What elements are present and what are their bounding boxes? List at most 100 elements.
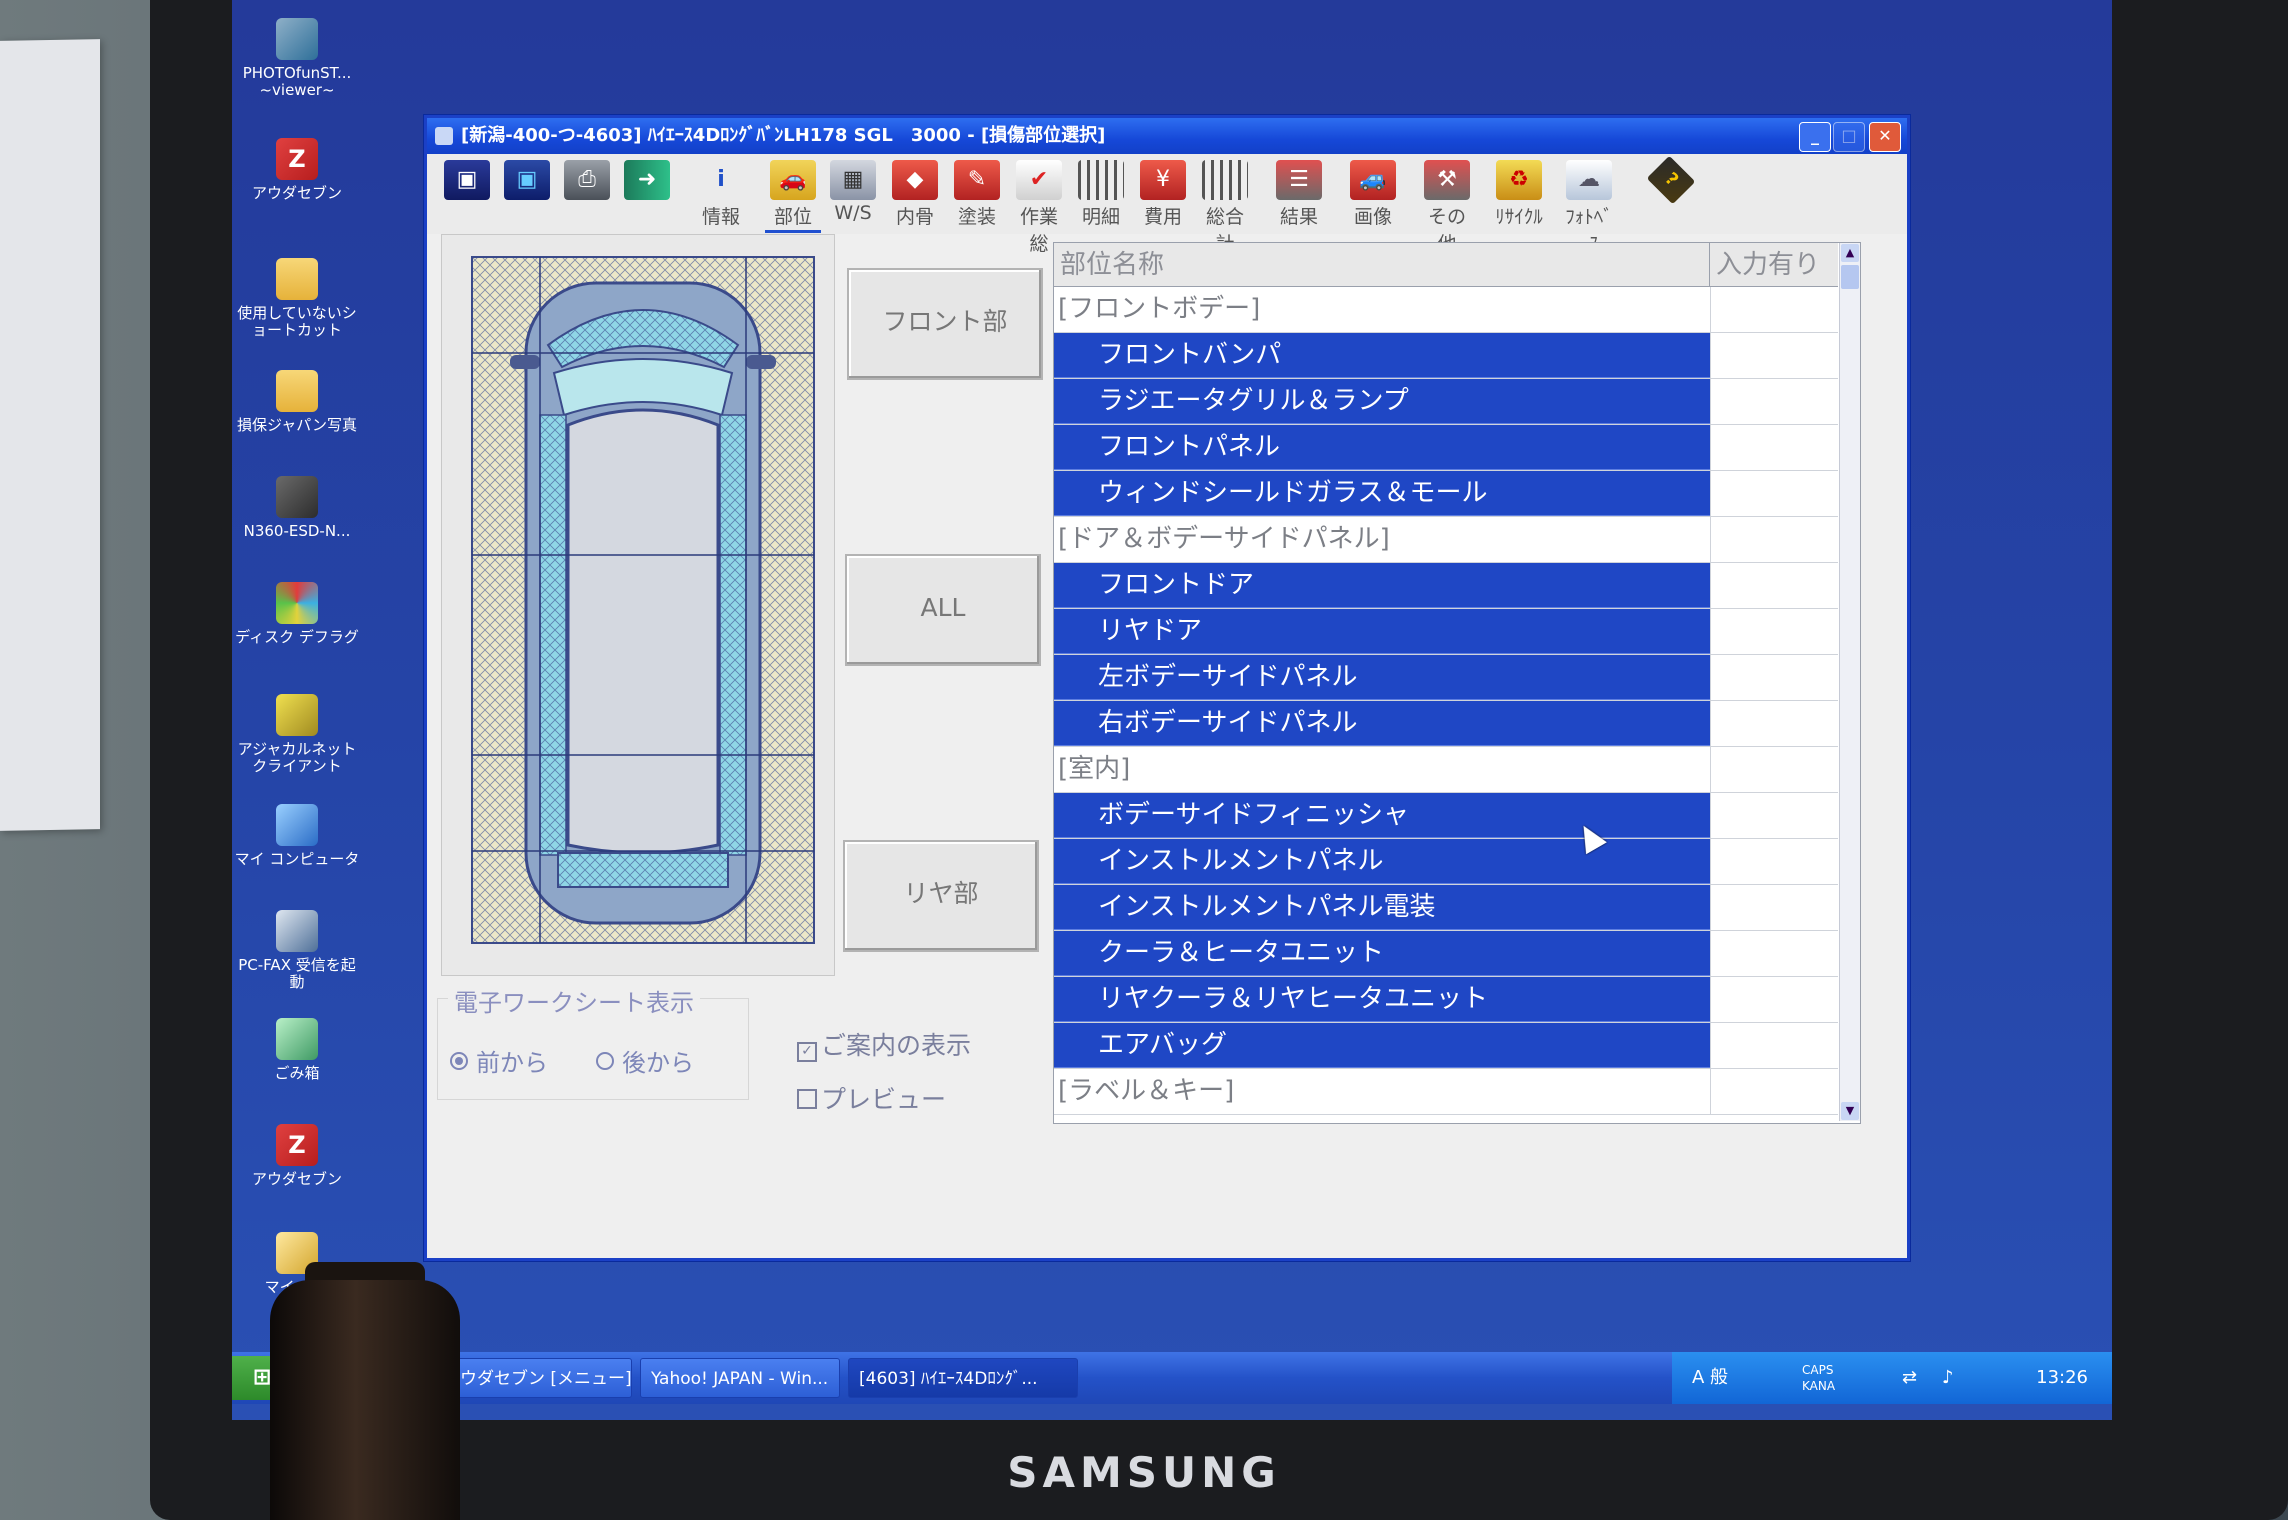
vehicle-top-view-diagram[interactable] — [470, 255, 816, 945]
desktop-icon-label: アウダセブン — [251, 184, 342, 202]
list-item[interactable]: リヤドア — [1054, 609, 1838, 655]
taskbar-item-yahoo-japan[interactable]: Yahoo! JAPAN - Win... — [640, 1358, 840, 1398]
list-category-row[interactable]: [フロントボデー] — [1054, 287, 1838, 333]
toolbar-label: 情報 — [701, 206, 740, 228]
caps-indicator: CAPS — [1802, 1363, 1834, 1377]
desktop-icon-n360[interactable]: N360-ESD-N... — [232, 476, 362, 540]
entered-flag-cell — [1710, 747, 1839, 792]
clock[interactable]: 13:26 — [2036, 1352, 2088, 1404]
desktop-icon-adjuster-client[interactable]: アジャカルネット クライアント — [232, 694, 362, 775]
toolbar-exit-button[interactable]: ➜ — [619, 160, 675, 230]
toolbar-parts-button[interactable]: 🚗 部位 — [765, 160, 821, 233]
toolbar-label: 結果 — [1279, 206, 1318, 228]
toolbar-cost-button[interactable]: ¥ 費用 — [1135, 160, 1191, 230]
list-item[interactable]: フロントパネル — [1054, 425, 1838, 471]
desktop-icon-defrag[interactable]: ディスク デフラグ — [232, 582, 362, 646]
list-item[interactable]: ウィンドシールドガラス＆モール — [1054, 471, 1838, 517]
rear-door-area[interactable] — [557, 852, 729, 888]
toolbar-result-button[interactable]: ☰ 結果 — [1271, 160, 1327, 230]
scroll-down-icon[interactable]: ▼ — [1841, 1102, 1859, 1120]
radio-from-front[interactable]: 前から — [450, 1043, 548, 1078]
list-item[interactable]: リヤクーラ＆リヤヒータユニット — [1054, 977, 1838, 1023]
vertical-scrollbar[interactable]: ▲ ▼ — [1839, 243, 1860, 1121]
toolbar-print-button[interactable]: ⎙ — [559, 160, 615, 230]
scroll-up-icon[interactable]: ▲ — [1841, 244, 1859, 262]
network-icon[interactable]: ⇄ — [1902, 1352, 1917, 1404]
column-header-part-name[interactable]: 部位名称 — [1054, 243, 1710, 287]
ime-mode[interactable]: A 般 — [1692, 1352, 1728, 1404]
list-category-row[interactable]: [ドア＆ボデーサイドパネル] — [1054, 517, 1838, 563]
desktop-icon-recycle-bin[interactable]: ごみ箱 — [232, 1018, 362, 1082]
toolbar-save-button[interactable]: ▣ — [439, 160, 495, 230]
desktop-icon-photofunst[interactable]: PHOTOfunST... ~viewer~ — [232, 18, 362, 99]
list-item[interactable]: エアバッグ — [1054, 1023, 1838, 1069]
list-item[interactable]: クーラ＆ヒータユニット — [1054, 931, 1838, 977]
desktop-icon-pc-fax[interactable]: PC-FAX 受信を起動 — [232, 910, 362, 991]
category-label: [フロントボデー] — [1054, 287, 1710, 332]
toolbar-ws-button[interactable]: ▦ W/S — [825, 160, 881, 230]
desktop-icon-my-computer[interactable]: マイ コンピュータ — [232, 804, 362, 868]
toolbar-photobase-button[interactable]: ☁ ﾌｫﾄﾍﾞｰｽ — [1561, 160, 1617, 255]
toolbar-paint-button[interactable]: ✎ 塗装 — [949, 160, 1005, 230]
front-section-button[interactable]: フロント部 — [847, 268, 1043, 380]
toolbar-image-button[interactable]: 🚙 画像 — [1345, 160, 1401, 230]
info-icon: i — [717, 167, 725, 192]
list-item[interactable]: フロントドア — [1054, 563, 1838, 609]
toolbar-info-button[interactable]: i 情報 — [693, 160, 749, 230]
scroll-thumb[interactable] — [1841, 265, 1859, 289]
desktop-icon-sompo-photos[interactable]: 損保ジャパン写真 — [232, 370, 362, 434]
desktop-icon-label: PHOTOfunST... ~viewer~ — [242, 64, 352, 99]
desktop-icon-unused-shortcuts[interactable]: 使用していないショートカット — [232, 258, 362, 339]
toolbar-save-as-button[interactable]: ▣ — [499, 160, 555, 230]
window-titlebar[interactable]: [新潟-400-つ-4603] ﾊｲｴｰｽ4DﾛﾝｸﾞﾊﾞﾝLH178 SGL … — [427, 118, 1907, 154]
paper-sheet — [0, 39, 100, 831]
toolbar-inner-frame-button[interactable]: ◆ 内骨 — [887, 160, 943, 230]
right-body-side-area[interactable] — [719, 414, 747, 856]
list-item[interactable]: 右ボデーサイドパネル — [1054, 701, 1838, 747]
list-item[interactable]: インストルメントパネル — [1054, 839, 1838, 885]
column-header-entered[interactable]: 入力有り — [1710, 243, 1838, 287]
taskbar-item-current-estimate[interactable]: [4603] ﾊｲｴｰｽ4Dﾛﾝｸﾞ... — [848, 1358, 1078, 1398]
toolbar-label: 部位 — [773, 206, 812, 228]
radio-label: 前から — [476, 1049, 548, 1077]
details-icon — [1078, 160, 1124, 200]
worksheet-icon: ▦ — [830, 160, 876, 200]
toolbar-checklist-button[interactable]: ✔ 作業総 — [1011, 160, 1067, 255]
taskbar-item-audatex-menu[interactable]: アウダセブン [メニュー] — [432, 1358, 632, 1398]
part-name: エアバッグ — [1054, 1023, 1710, 1068]
all-sections-button[interactable]: ALL — [845, 554, 1041, 666]
volume-icon[interactable]: ♪ — [1942, 1352, 1954, 1404]
list-item[interactable]: ラジエータグリル＆ランプ — [1054, 379, 1838, 425]
left-mirror[interactable] — [510, 355, 540, 369]
roof-panel[interactable] — [566, 408, 720, 855]
radio-from-back[interactable]: 後から — [596, 1043, 694, 1078]
desktop-icon-audatex[interactable]: Z アウダセブン — [232, 138, 362, 202]
part-name: ボデーサイドフィニッシャ — [1054, 793, 1710, 838]
list-item[interactable]: フロントバンパ — [1054, 333, 1838, 379]
toolbar-recycle-button[interactable]: ♻ ﾘｻｲｸﾙ — [1491, 160, 1547, 230]
desktop-icon-audatex-2[interactable]: Z アウダセブン — [232, 1124, 362, 1188]
list-category-row[interactable]: [室内] — [1054, 747, 1838, 793]
rear-section-button[interactable]: リヤ部 — [843, 840, 1039, 952]
show-guide-checkbox[interactable]: ✓ ご案内の表示 — [797, 1026, 971, 1062]
maximize-button[interactable]: □ — [1833, 122, 1865, 152]
list-category-row[interactable]: [ラベル＆キー] — [1054, 1069, 1838, 1115]
toolbar-total-button[interactable]: 総合計 — [1197, 160, 1253, 255]
entered-flag-cell — [1710, 1023, 1839, 1068]
desktop-icon-label: 損保ジャパン写真 — [236, 416, 357, 434]
list-item[interactable]: インストルメントパネル電装 — [1054, 885, 1838, 931]
toolbar-details-button[interactable]: 明細 — [1073, 160, 1129, 230]
left-body-side-area[interactable] — [539, 414, 567, 856]
toolbar-other-button[interactable]: ⚒ その他 — [1419, 160, 1475, 255]
right-mirror[interactable] — [746, 355, 776, 369]
category-label: [ラベル＆キー] — [1054, 1069, 1710, 1114]
list-item[interactable]: 左ボデーサイドパネル — [1054, 655, 1838, 701]
list-item[interactable]: ボデーサイドフィニッシャ — [1054, 793, 1838, 839]
minimize-button[interactable]: _ — [1799, 122, 1831, 152]
audatex-icon: Z — [276, 138, 318, 180]
category-label: [室内] — [1054, 747, 1710, 792]
preview-checkbox[interactable]: プレビュー — [797, 1080, 946, 1116]
damage-part-selection-window: [新潟-400-つ-4603] ﾊｲｴｰｽ4DﾛﾝｸﾞﾊﾞﾝLH178 SGL … — [424, 115, 1910, 1261]
close-button[interactable]: ✕ — [1869, 122, 1901, 152]
toolbar-help-button[interactable]: ? — [1643, 155, 1699, 230]
